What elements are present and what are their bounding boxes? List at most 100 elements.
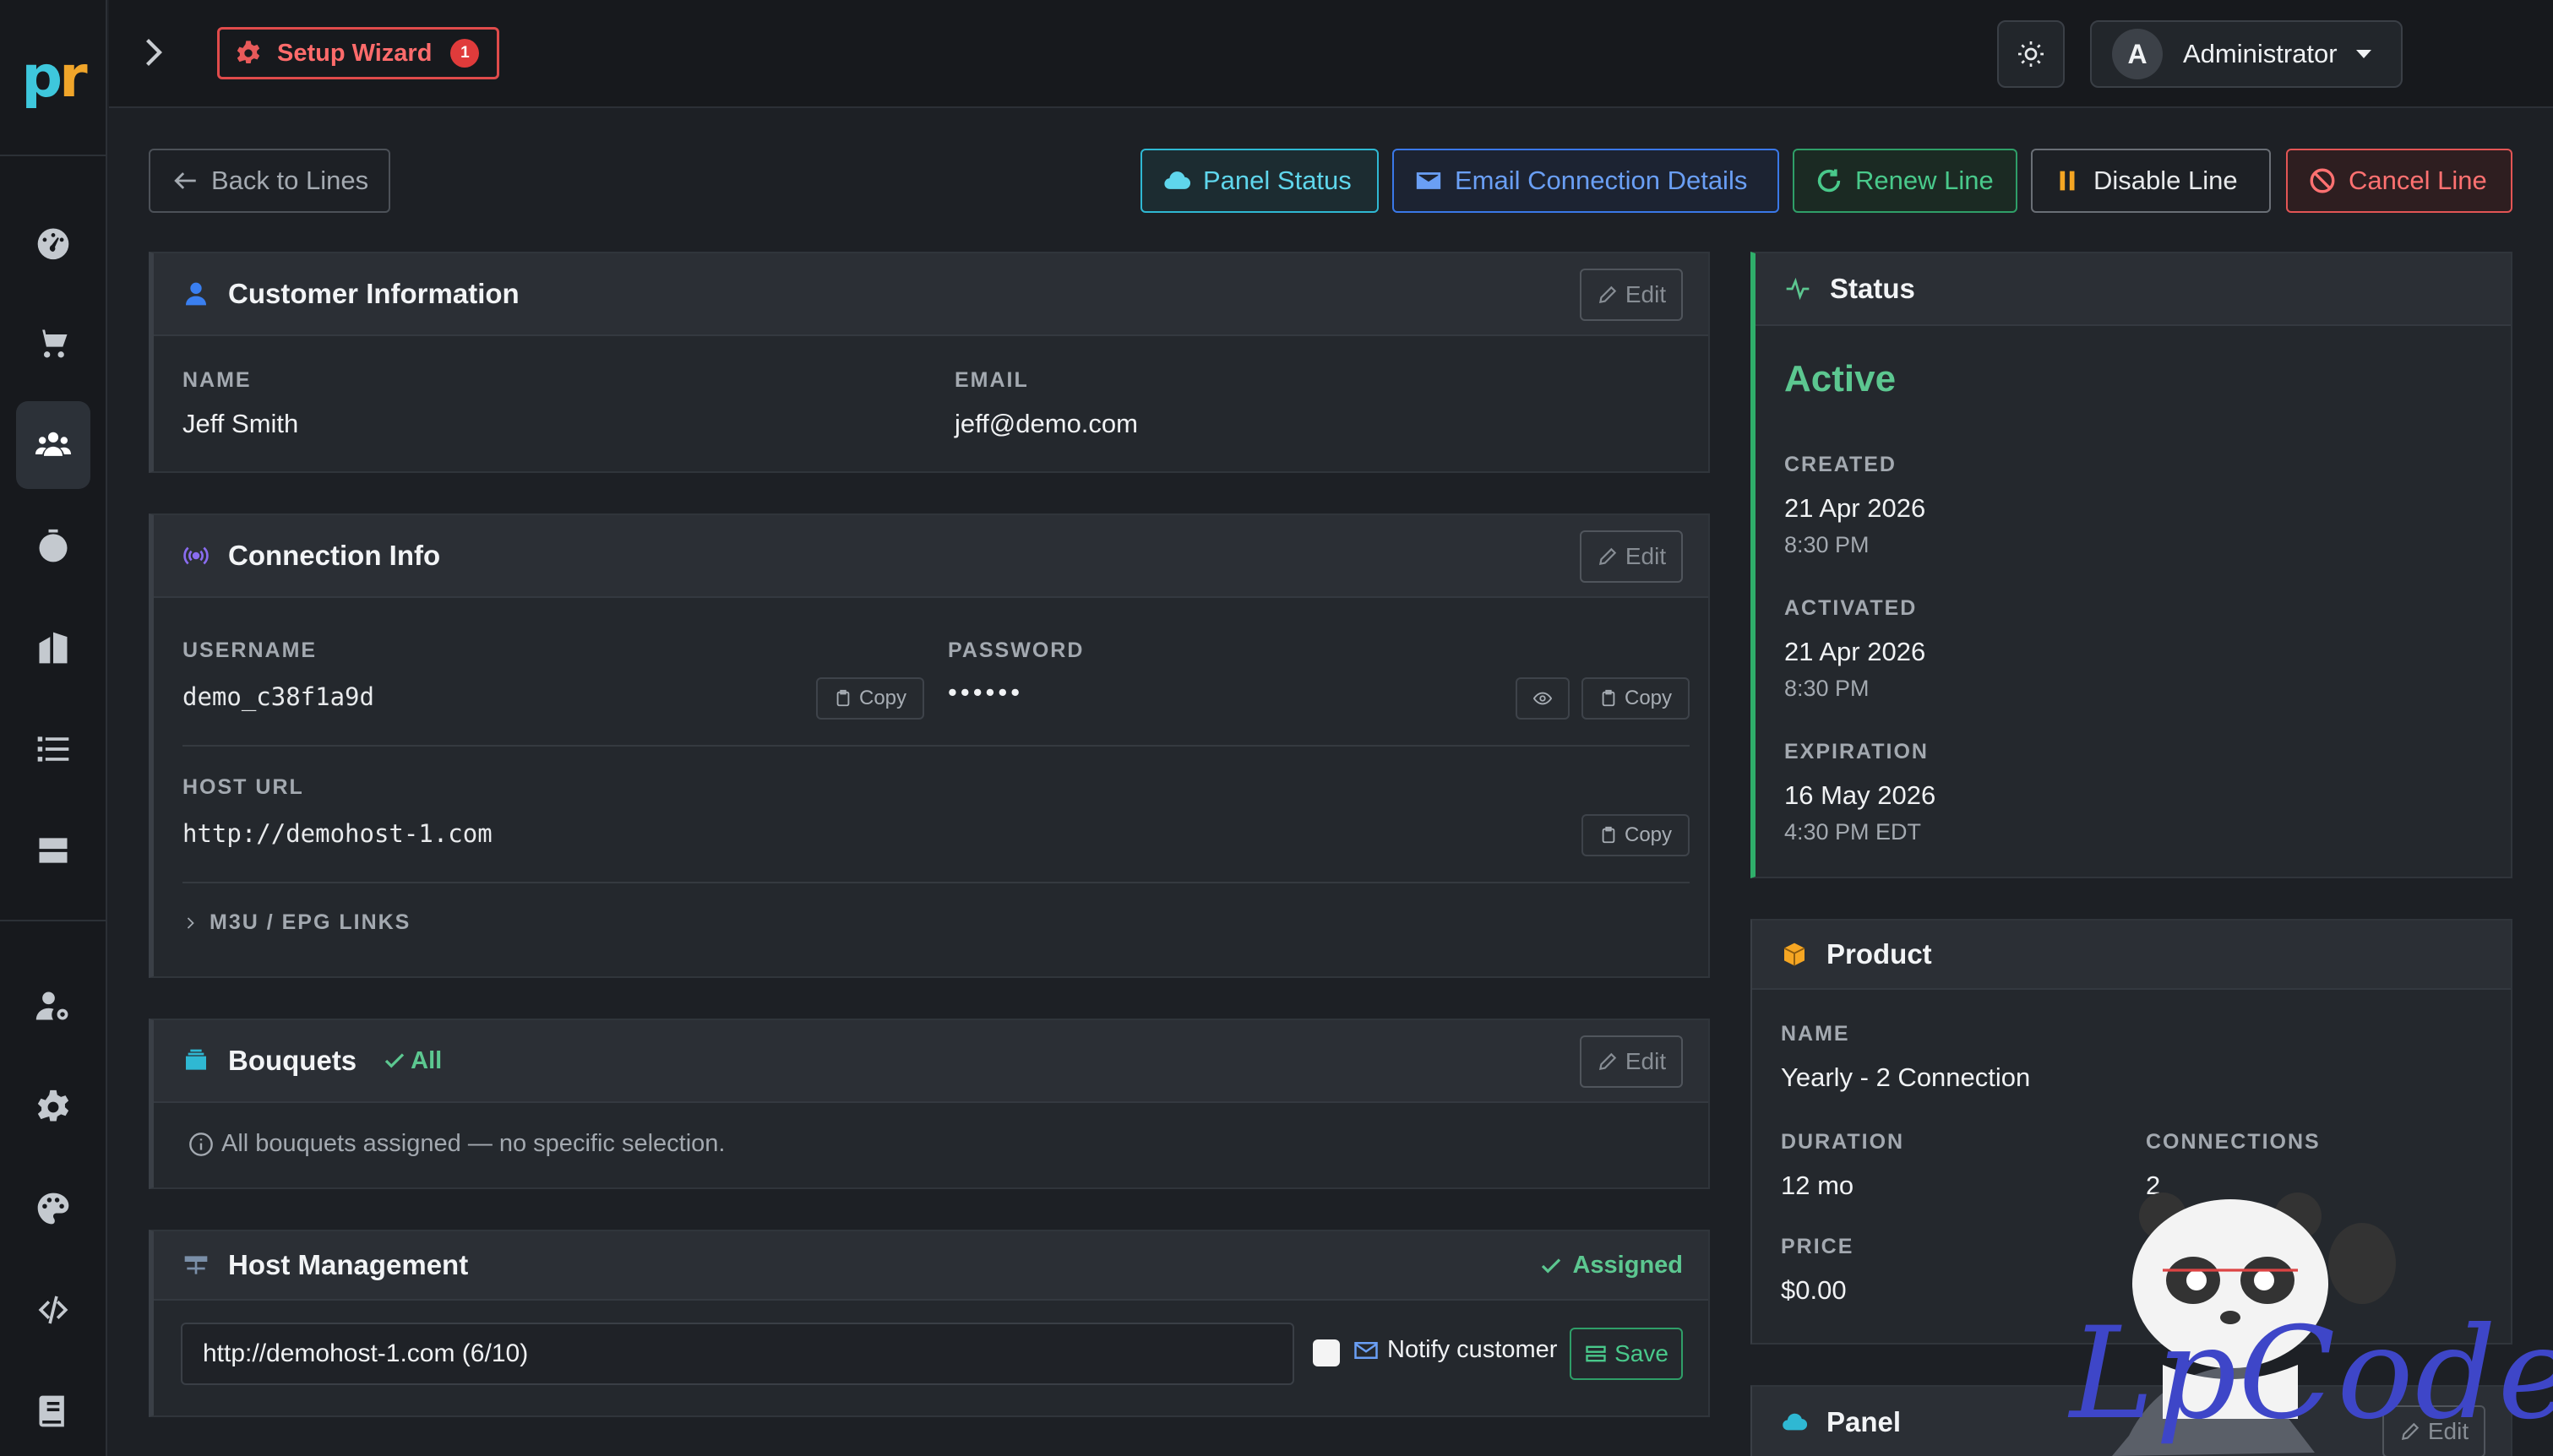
setup-wizard-button[interactable]: Setup Wizard 1 — [217, 27, 499, 79]
cancel-line-button[interactable]: Cancel Line — [2286, 149, 2512, 213]
sidebar-item-orders[interactable] — [16, 300, 90, 388]
host-url-label: HOST URL — [182, 775, 304, 799]
assigned-label: Assigned — [1572, 1252, 1683, 1279]
card-title: Customer Information — [228, 278, 520, 309]
cloud-icon — [1783, 1413, 1808, 1431]
check-icon — [1542, 1258, 1561, 1274]
users-icon — [35, 432, 71, 456]
card-title: Status — [1830, 273, 1915, 304]
network-icon — [184, 1256, 208, 1274]
copy-label: Copy — [858, 687, 907, 709]
customer-information-card: Customer Information Edit NAME Jeff Smit… — [149, 252, 1710, 473]
copy-label: Copy — [1624, 823, 1673, 846]
sidebar-item-theme[interactable] — [16, 1165, 90, 1252]
gear-icon — [237, 41, 260, 63]
panel-status-label: Panel Status — [1203, 166, 1352, 195]
copy-username-button[interactable]: Copy — [816, 677, 924, 720]
renew-line-button[interactable]: Renew Line — [1793, 149, 2017, 213]
theme-toggle-button[interactable] — [1997, 20, 2065, 88]
edit-bouquets-button[interactable]: Edit — [1580, 1035, 1683, 1088]
user-gear-icon — [35, 991, 68, 1020]
user-menu-button[interactable]: A Administrator — [2090, 20, 2403, 88]
edit-label: Edit — [1625, 543, 1667, 569]
activated-date: 21 Apr 2026 — [1784, 637, 1926, 666]
sidebar-item-resellers[interactable] — [16, 604, 90, 692]
activated-label: ACTIVATED — [1784, 596, 1918, 620]
sidebar: pr — [0, 0, 107, 1456]
customer-email: jeff@demo.com — [955, 409, 1138, 438]
bouquets-note: All bouquets assigned — no specific sele… — [188, 1130, 725, 1158]
user-icon — [186, 282, 206, 306]
disable-line-button[interactable]: Disable Line — [2031, 149, 2271, 213]
connections-label: CONNECTIONS — [2146, 1130, 2321, 1154]
customer-card-header: Customer Information Edit — [154, 253, 1708, 336]
info-icon — [189, 1132, 213, 1156]
top-bar: Setup Wizard 1 A Administrator — [109, 0, 2553, 108]
email-details-label: Email Connection Details — [1455, 166, 1748, 195]
product-name: Yearly - 2 Connection — [1781, 1062, 2031, 1092]
divider — [182, 745, 1690, 747]
edit-label: Edit — [1625, 1048, 1667, 1074]
sidebar-item-settings[interactable] — [16, 1063, 90, 1151]
save-host-button[interactable]: Save — [1570, 1328, 1683, 1380]
duration-label: DURATION — [1781, 1130, 1905, 1154]
expiration-time: 4:30 PM EDT — [1784, 819, 1922, 845]
customer-name: Jeff Smith — [182, 409, 299, 438]
price-value: $0.00 — [1781, 1275, 1847, 1305]
ban-icon — [2310, 168, 2335, 193]
toggle-password-button[interactable] — [1516, 677, 1570, 720]
stopwatch-icon — [39, 529, 67, 562]
expiration-label: EXPIRATION — [1784, 740, 1929, 763]
username-value: demo_c38f1a9d — [182, 682, 374, 711]
notify-customer-label: Notify customer — [1353, 1336, 1557, 1364]
sidebar-item-dashboard[interactable] — [16, 198, 90, 286]
copy-host-button[interactable]: Copy — [1581, 814, 1690, 856]
card-title: Host Management — [228, 1249, 469, 1280]
m3u-epg-links-toggle[interactable]: M3U / EPG LINKS — [182, 910, 411, 935]
notify-customer-checkbox[interactable] — [1313, 1339, 1340, 1366]
gear-icon — [37, 1089, 68, 1122]
palette-icon — [37, 1193, 68, 1225]
chevron-right-icon[interactable] — [134, 32, 175, 73]
sidebar-item-trials[interactable] — [16, 503, 90, 590]
sidebar-item-customers[interactable] — [15, 401, 90, 489]
edit-label: Edit — [1625, 281, 1667, 307]
edit-connection-button[interactable]: Edit — [1580, 530, 1683, 583]
divider — [182, 882, 1690, 883]
all-bouquets-indicator: All — [382, 1047, 442, 1075]
edit-customer-button[interactable]: Edit — [1580, 269, 1683, 321]
bouquets-card-header: Bouquets All Edit — [154, 1020, 1708, 1103]
sidebar-item-lines[interactable] — [16, 705, 90, 793]
sidebar-item-api[interactable] — [16, 1266, 90, 1354]
pause-icon — [2060, 171, 2075, 191]
bouquets-note-text: All bouquets assigned — no specific sele… — [221, 1130, 726, 1157]
logo-text: p — [21, 44, 63, 111]
host-card-header: Host Management Assigned — [154, 1231, 1708, 1301]
envelope-icon — [1416, 172, 1441, 189]
back-to-lines-button[interactable]: Back to Lines — [149, 149, 390, 213]
sidebar-item-servers[interactable] — [16, 807, 90, 894]
save-label: Save — [1614, 1340, 1668, 1366]
cancel-label: Cancel Line — [2349, 166, 2487, 195]
renew-label: Renew Line — [1855, 166, 1994, 195]
bouquets-card: Bouquets All Edit All bouquets assigned … — [149, 1019, 1710, 1189]
notify-text: Notify customer — [1387, 1336, 1558, 1363]
pencil-icon — [1598, 285, 1617, 304]
card-title: Connection Info — [228, 540, 441, 571]
pencil-icon — [1598, 1052, 1617, 1071]
status-value: Active — [1784, 358, 1897, 399]
panel-status-button[interactable]: Panel Status — [1140, 149, 1379, 213]
app-logo[interactable]: pr — [0, 0, 106, 156]
sidebar-item-user-settings[interactable] — [16, 962, 90, 1050]
activity-icon — [1786, 277, 1810, 301]
clipboard-icon — [1602, 826, 1615, 844]
email-connection-details-button[interactable]: Email Connection Details — [1392, 149, 1779, 213]
copy-password-button[interactable]: Copy — [1581, 677, 1690, 720]
product-card-header: Product — [1752, 921, 2511, 990]
user-name: Administrator — [2183, 39, 2338, 68]
host-select[interactable]: http://demohost-1.com (6/10) — [181, 1323, 1294, 1385]
broadcast-icon — [183, 546, 209, 565]
sidebar-item-docs[interactable] — [16, 1367, 90, 1455]
watermark-text: LpCodes — [2070, 1301, 2553, 1448]
box-icon — [1783, 943, 1805, 966]
